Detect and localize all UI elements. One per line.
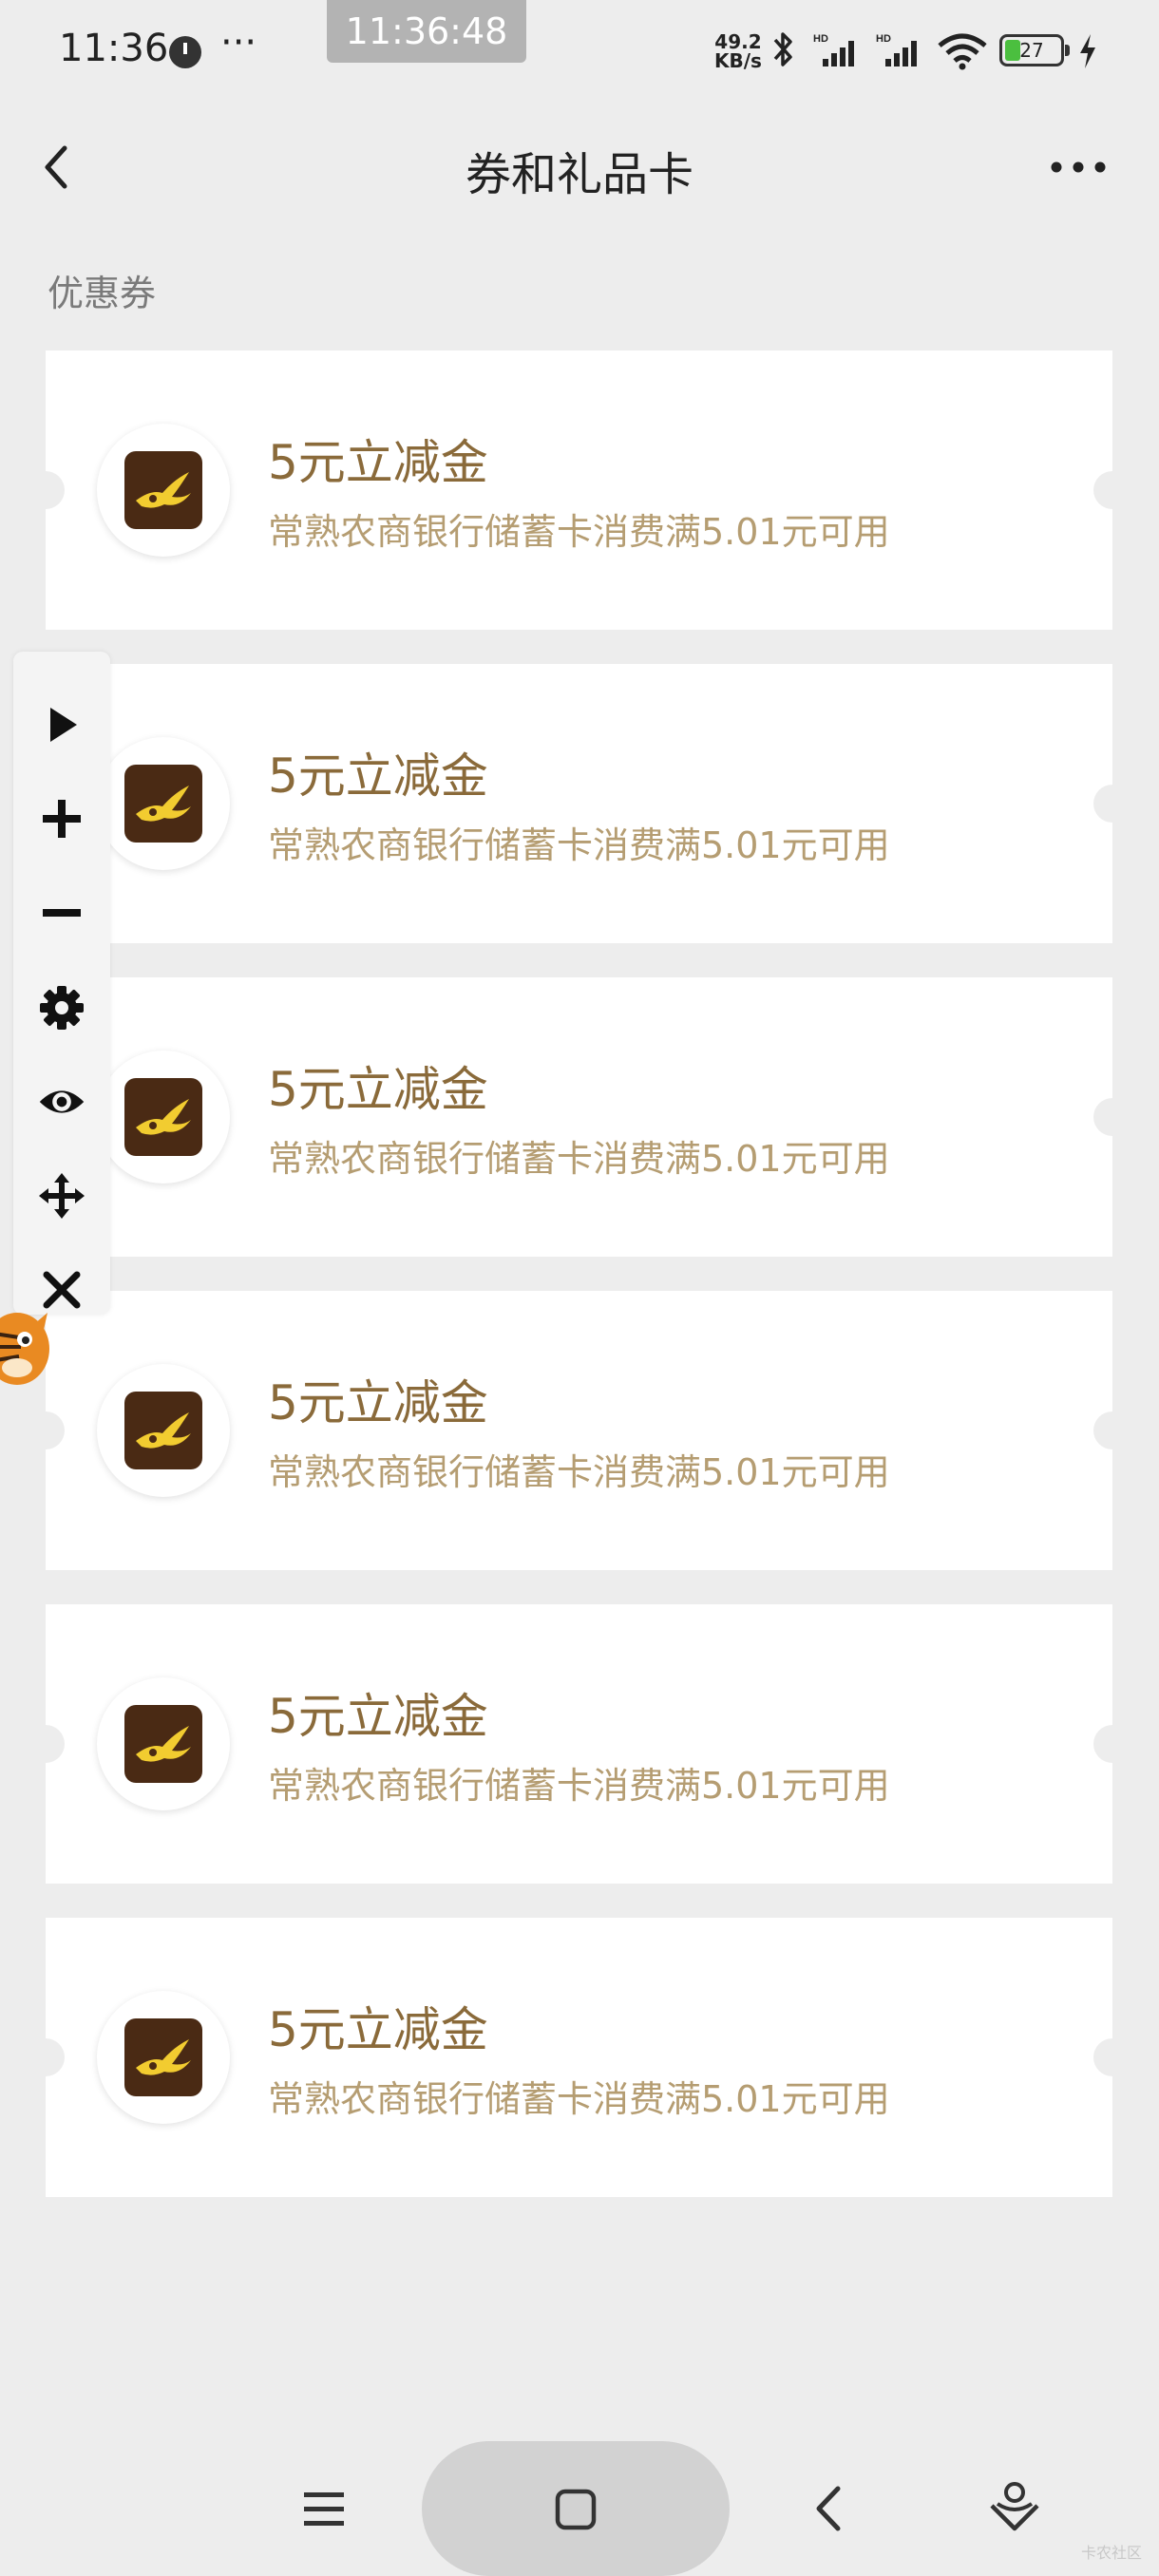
coupon-notch	[1093, 1411, 1131, 1449]
settings-button[interactable]	[38, 984, 86, 1032]
time-overlay: 11:36:48	[327, 0, 526, 63]
battery-level: 27	[1019, 39, 1044, 62]
coupon-card[interactable]: 5元立减金 常熟农商银行储蓄卡消费满5.01元可用	[27, 1604, 1131, 1884]
bank-logo	[97, 1364, 230, 1497]
minus-icon	[43, 909, 81, 917]
coupon-title: 5元立减金	[268, 748, 488, 804]
zoom-in-button[interactable]	[38, 795, 86, 843]
header-bar: 券和礼品卡	[0, 104, 1159, 228]
coupon-notch	[1093, 2038, 1131, 2076]
eye-icon	[39, 1090, 85, 1113]
coupon-description: 常熟农商银行储蓄卡消费满5.01元可用	[268, 1138, 890, 1180]
network-speed: 49.2 KB/s	[714, 32, 762, 70]
coupon-notch	[1093, 1725, 1131, 1763]
plus-icon	[43, 800, 81, 838]
coupon-title: 5元立减金	[268, 435, 488, 490]
menu-icon[interactable]	[302, 2489, 346, 2530]
charging-icon	[1080, 34, 1095, 68]
bank-logo	[97, 424, 230, 557]
battery-icon: 27	[999, 34, 1070, 66]
watermark: 卡农社区	[1080, 2544, 1142, 2562]
move-icon	[39, 1173, 85, 1219]
bank-logo	[97, 1051, 230, 1184]
bank-logo	[97, 1991, 230, 2124]
network-speed-value: 49.2	[714, 30, 762, 53]
coupon-notch	[1093, 471, 1131, 509]
svg-text:HD: HD	[813, 33, 828, 45]
coupon-description: 常熟农商银行储蓄卡消费满5.01元可用	[268, 511, 890, 553]
coupon-notch	[27, 1725, 65, 1763]
play-icon	[50, 708, 77, 742]
clock-icon	[169, 36, 201, 68]
page-title: 券和礼品卡	[465, 148, 694, 201]
section-label-coupons: 优惠券	[48, 273, 157, 314]
zoom-out-button[interactable]	[38, 889, 86, 937]
status-more-dots: ···	[220, 21, 257, 65]
gear-icon	[40, 986, 84, 1030]
coupon-title: 5元立减金	[268, 1689, 488, 1744]
coupon-card[interactable]: 5元立减金 常熟农商银行储蓄卡消费满5.01元可用	[27, 350, 1131, 630]
bank-logo-icon	[124, 1078, 202, 1156]
assistant-icon[interactable]	[988, 2481, 1041, 2536]
bank-logo-icon	[124, 451, 202, 529]
coupon-description: 常熟农商银行储蓄卡消费满5.01元可用	[268, 1765, 890, 1807]
play-button[interactable]	[38, 701, 86, 748]
bank-logo	[97, 1677, 230, 1810]
coupon-notch	[1093, 1098, 1131, 1136]
home-button[interactable]	[422, 2441, 730, 2576]
coupon-notch	[27, 471, 65, 509]
visibility-button[interactable]	[38, 1078, 86, 1126]
coupon-title: 5元立减金	[268, 1062, 488, 1117]
coupon-description: 常熟农商银行储蓄卡消费满5.01元可用	[268, 2078, 890, 2120]
bank-logo	[97, 737, 230, 870]
bank-logo-icon	[124, 1705, 202, 1783]
signal-icon-sim1: HD	[813, 33, 854, 66]
bank-logo-icon	[124, 2018, 202, 2096]
bluetooth-icon	[773, 32, 792, 66]
coupon-notch	[27, 1411, 65, 1449]
tiger-sticker-icon[interactable]	[0, 1305, 53, 1391]
network-speed-unit: KB/s	[714, 49, 762, 72]
coupon-title: 5元立减金	[268, 1375, 488, 1430]
status-bar: 11:36 ··· 11:36:48 49.2 KB/s HD HD 27	[0, 0, 1159, 104]
floating-toolbar	[13, 652, 110, 1315]
coupon-description: 常熟农商银行储蓄卡消费满5.01元可用	[268, 1451, 890, 1493]
more-options-icon[interactable]	[1045, 158, 1112, 177]
back-chevron-icon[interactable]	[811, 2485, 846, 2532]
system-nav-bar: 卡农社区	[0, 2432, 1159, 2576]
coupon-description: 常熟农商银行储蓄卡消费满5.01元可用	[268, 824, 890, 866]
move-button[interactable]	[38, 1172, 86, 1220]
wifi-icon	[938, 33, 987, 70]
bank-logo-icon	[124, 765, 202, 843]
coupon-card[interactable]: 5元立减金 常熟农商银行储蓄卡消费满5.01元可用	[27, 1918, 1131, 2197]
bank-logo-icon	[124, 1392, 202, 1469]
home-square-icon	[555, 2489, 597, 2530]
coupon-card[interactable]: 5元立减金 常熟农商银行储蓄卡消费满5.01元可用	[27, 1291, 1131, 1570]
coupon-notch	[27, 2038, 65, 2076]
coupon-card[interactable]: 5元立减金 常熟农商银行储蓄卡消费满5.01元可用	[27, 664, 1131, 943]
coupon-title: 5元立减金	[268, 2002, 488, 2057]
status-time: 11:36	[59, 27, 169, 70]
coupon-notch	[1093, 785, 1131, 823]
svg-text:HD: HD	[876, 33, 891, 45]
coupon-card[interactable]: 5元立减金 常熟农商银行储蓄卡消费满5.01元可用	[27, 977, 1131, 1257]
signal-icon-sim2: HD	[876, 33, 917, 66]
